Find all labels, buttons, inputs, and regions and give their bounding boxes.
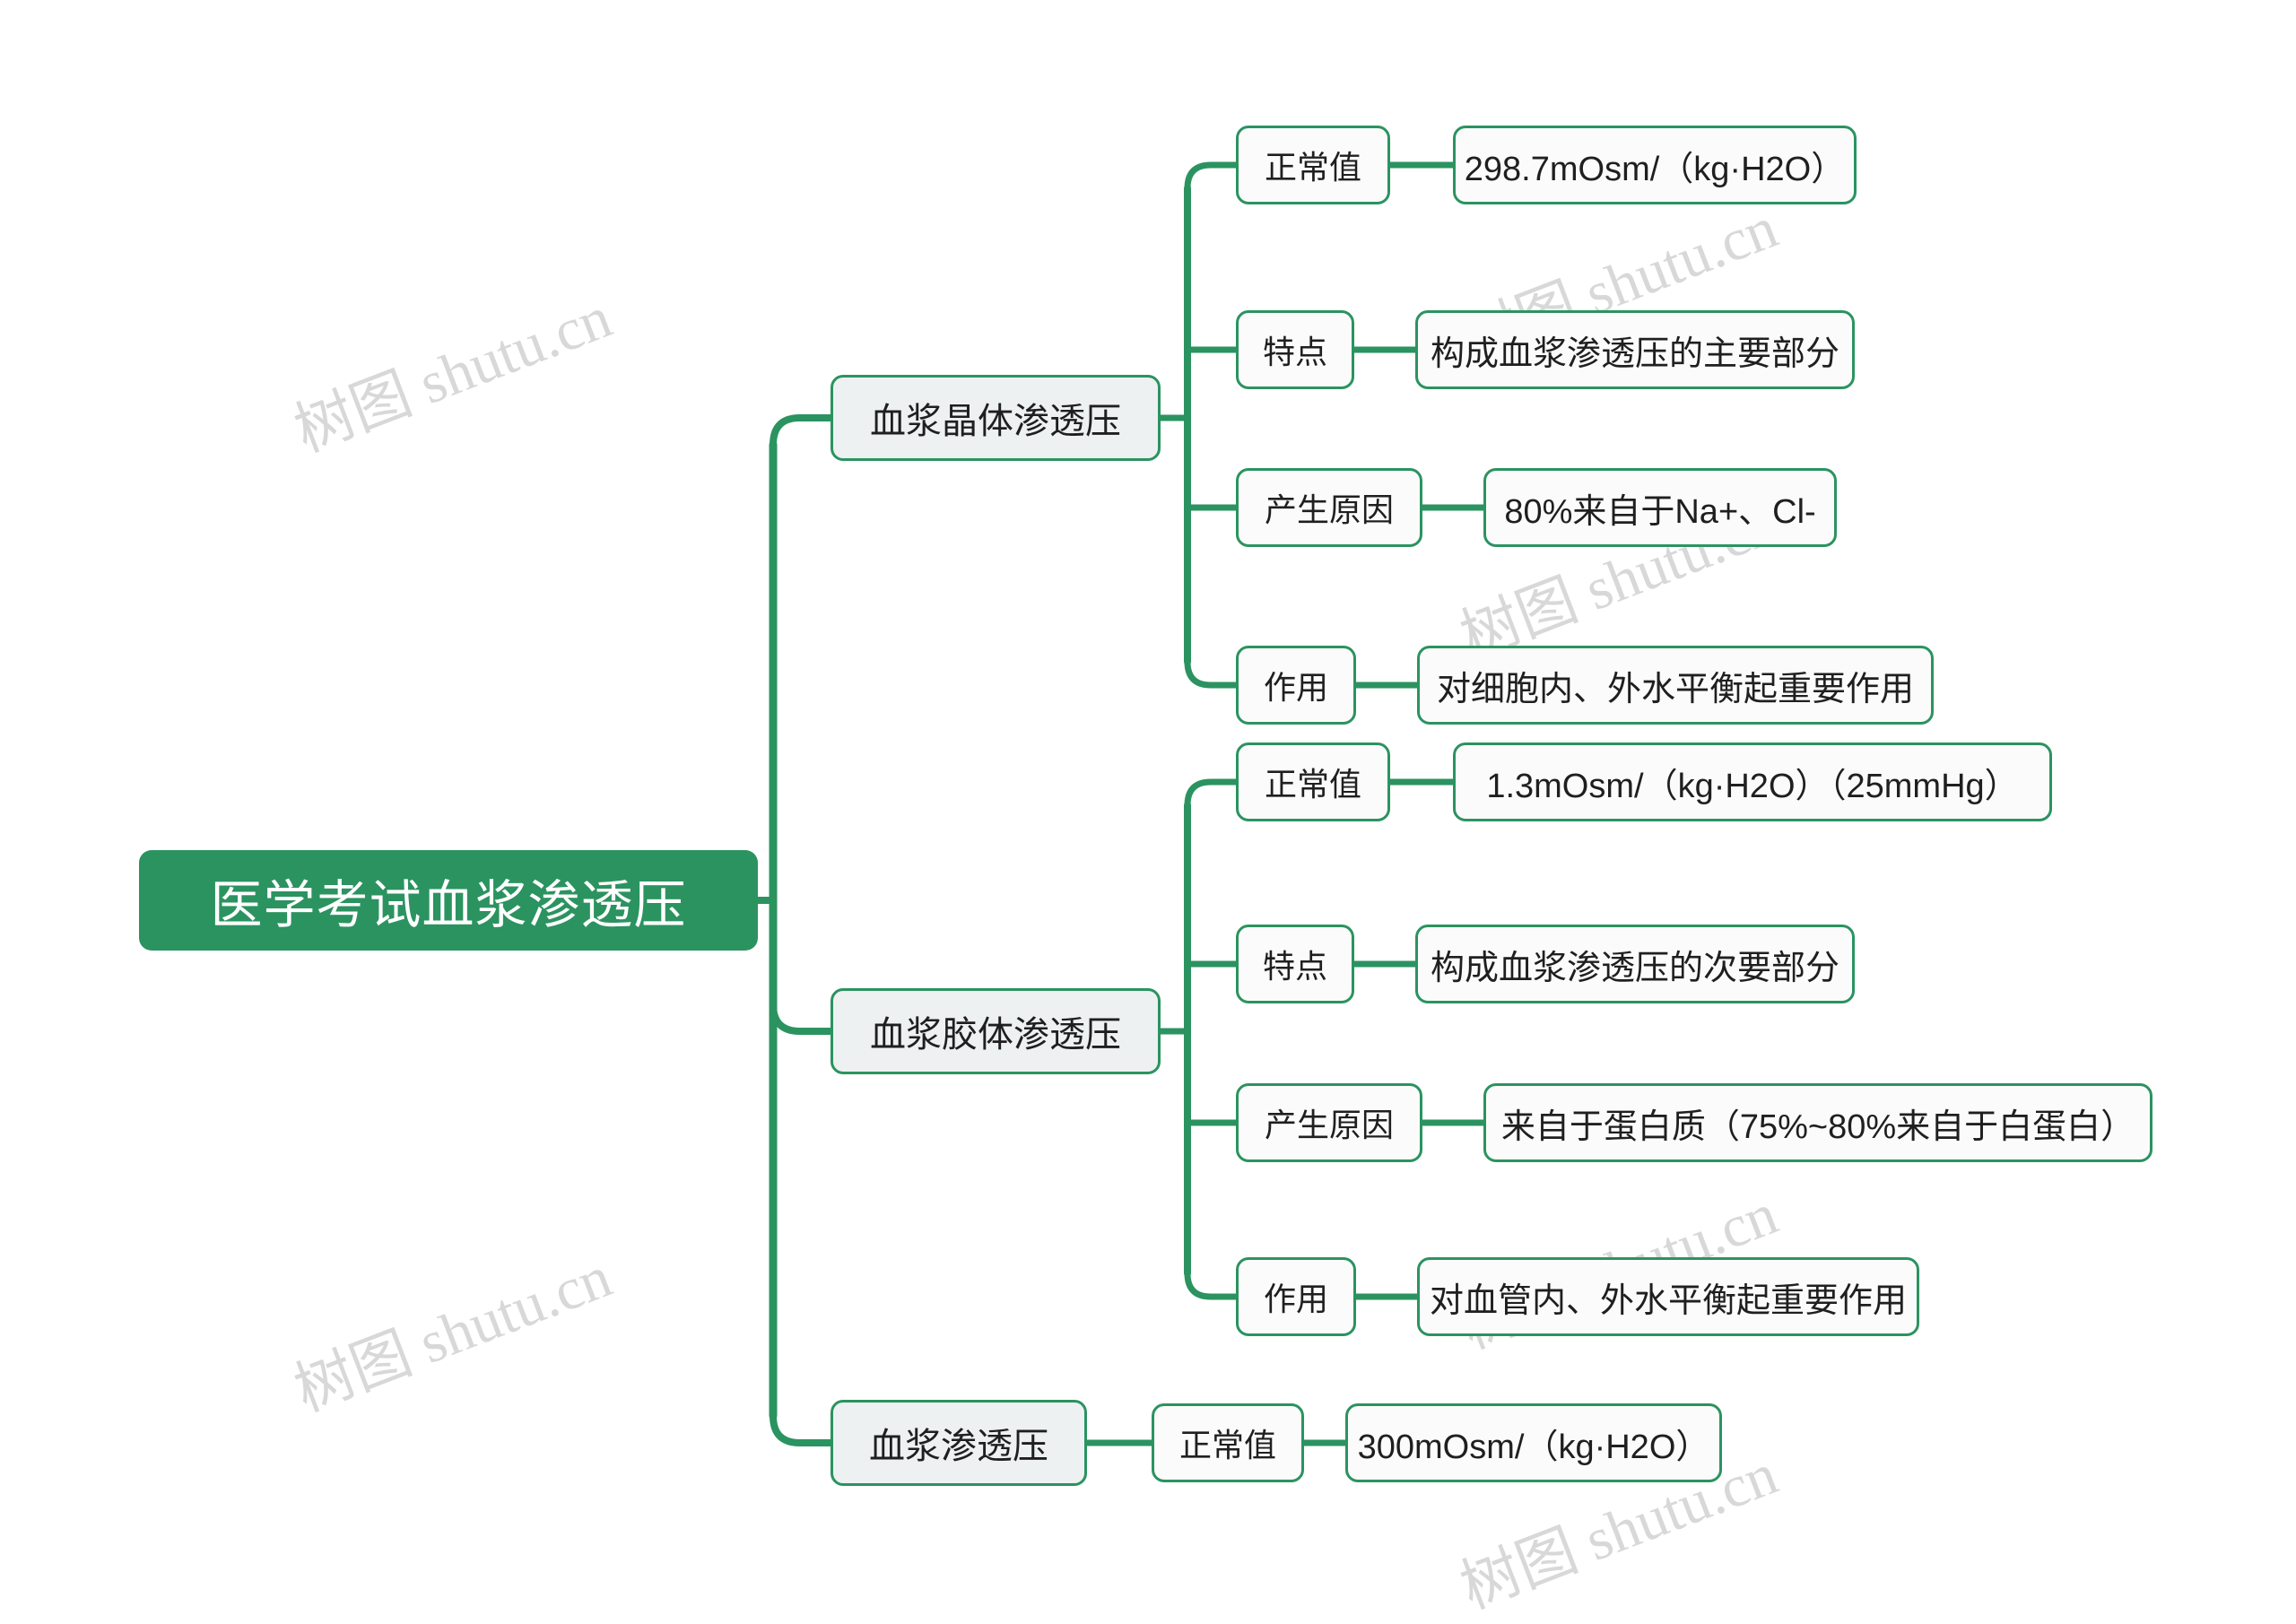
sub-node-b1-function[interactable]: 作用 (1236, 646, 1356, 725)
leaf-node-b2-cause[interactable]: 来自于蛋白质（75%~80%来自于白蛋白） (1483, 1083, 2152, 1162)
sub-node-label: 作用 (1263, 1281, 1328, 1317)
leaf-node-b3-normal-value[interactable]: 300mOsm/（kg·H2O） (1345, 1403, 1722, 1482)
leaf-node-value: 80%来自于Na+、Cl- (1504, 492, 1816, 531)
sub-node-b2-function[interactable]: 作用 (1236, 1257, 1356, 1336)
leaf-node-b1-feature[interactable]: 构成血浆渗透压的主要部分 (1415, 310, 1855, 389)
sub-node-b1-feature[interactable]: 特点 (1236, 310, 1354, 389)
branch-node-label: 血浆渗透压 (869, 1427, 1048, 1466)
leaf-node-b1-cause[interactable]: 80%来自于Na+、Cl- (1483, 468, 1837, 547)
mindmap-canvas: 树图 shutu.cn 树图 shutu.cn 树图 shutu.cn 树图 s… (0, 0, 2296, 1624)
leaf-node-b2-normal-value[interactable]: 1.3mOsm/（kg·H2O）（25mmHg） (1453, 743, 2052, 821)
sub-node-label: 特点 (1262, 948, 1327, 985)
sub-node-b2-normal-value[interactable]: 正常值 (1236, 743, 1390, 821)
sub-node-label: 正常值 (1178, 1427, 1276, 1463)
branch-node-label: 血浆胶体渗透压 (870, 1015, 1121, 1055)
sub-node-label: 正常值 (1264, 149, 1361, 186)
node-layer: 医学考试血浆渗透压 血浆晶体渗透压 正常值 298.7mOsm/（kg·H2O）… (0, 0, 2296, 1624)
root-node[interactable]: 医学考试血浆渗透压 (139, 850, 758, 951)
leaf-node-b2-feature[interactable]: 构成血浆渗透压的次要部分 (1415, 925, 1855, 1003)
leaf-node-value: 来自于蛋白质（75%~80%来自于白蛋白） (1500, 1107, 2135, 1146)
sub-node-label: 产生原因 (1264, 491, 1394, 528)
leaf-node-b1-normal-value[interactable]: 298.7mOsm/（kg·H2O） (1453, 126, 1857, 204)
root-node-label: 医学考试血浆渗透压 (210, 876, 687, 934)
sub-node-label: 正常值 (1264, 766, 1361, 803)
branch-node-label: 血浆晶体渗透压 (870, 402, 1121, 441)
leaf-node-value: 300mOsm/（kg·H2O） (1357, 1428, 1710, 1466)
sub-node-label: 特点 (1262, 334, 1327, 370)
branch-node-blood-osmotic-pressure[interactable]: 血浆渗透压 (831, 1400, 1087, 1486)
branch-node-blood-colloid-osmotic-pressure[interactable]: 血浆胶体渗透压 (831, 988, 1161, 1074)
leaf-node-value: 对血管内、外水平衡起重要作用 (1430, 1281, 1908, 1320)
sub-node-b2-feature[interactable]: 特点 (1236, 925, 1354, 1003)
sub-node-b3-normal-value[interactable]: 正常值 (1152, 1403, 1304, 1482)
sub-node-label: 作用 (1263, 669, 1328, 706)
leaf-node-value: 构成血浆渗透压的主要部分 (1431, 334, 1840, 373)
sub-node-b1-normal-value[interactable]: 正常值 (1236, 126, 1390, 204)
sub-node-label: 产生原因 (1264, 1107, 1394, 1143)
leaf-node-value: 1.3mOsm/（kg·H2O）（25mmHg） (1486, 767, 2019, 805)
leaf-node-value: 对细胞内、外水平衡起重要作用 (1437, 670, 1915, 708)
leaf-node-b2-function[interactable]: 对血管内、外水平衡起重要作用 (1417, 1257, 1919, 1336)
sub-node-b1-cause[interactable]: 产生原因 (1236, 468, 1422, 547)
branch-node-blood-crystalloid-osmotic-pressure[interactable]: 血浆晶体渗透压 (831, 375, 1161, 461)
leaf-node-value: 298.7mOsm/（kg·H2O） (1464, 150, 1846, 188)
leaf-node-b1-function[interactable]: 对细胞内、外水平衡起重要作用 (1417, 646, 1934, 725)
leaf-node-value: 构成血浆渗透压的次要部分 (1431, 949, 1840, 987)
sub-node-b2-cause[interactable]: 产生原因 (1236, 1083, 1422, 1162)
